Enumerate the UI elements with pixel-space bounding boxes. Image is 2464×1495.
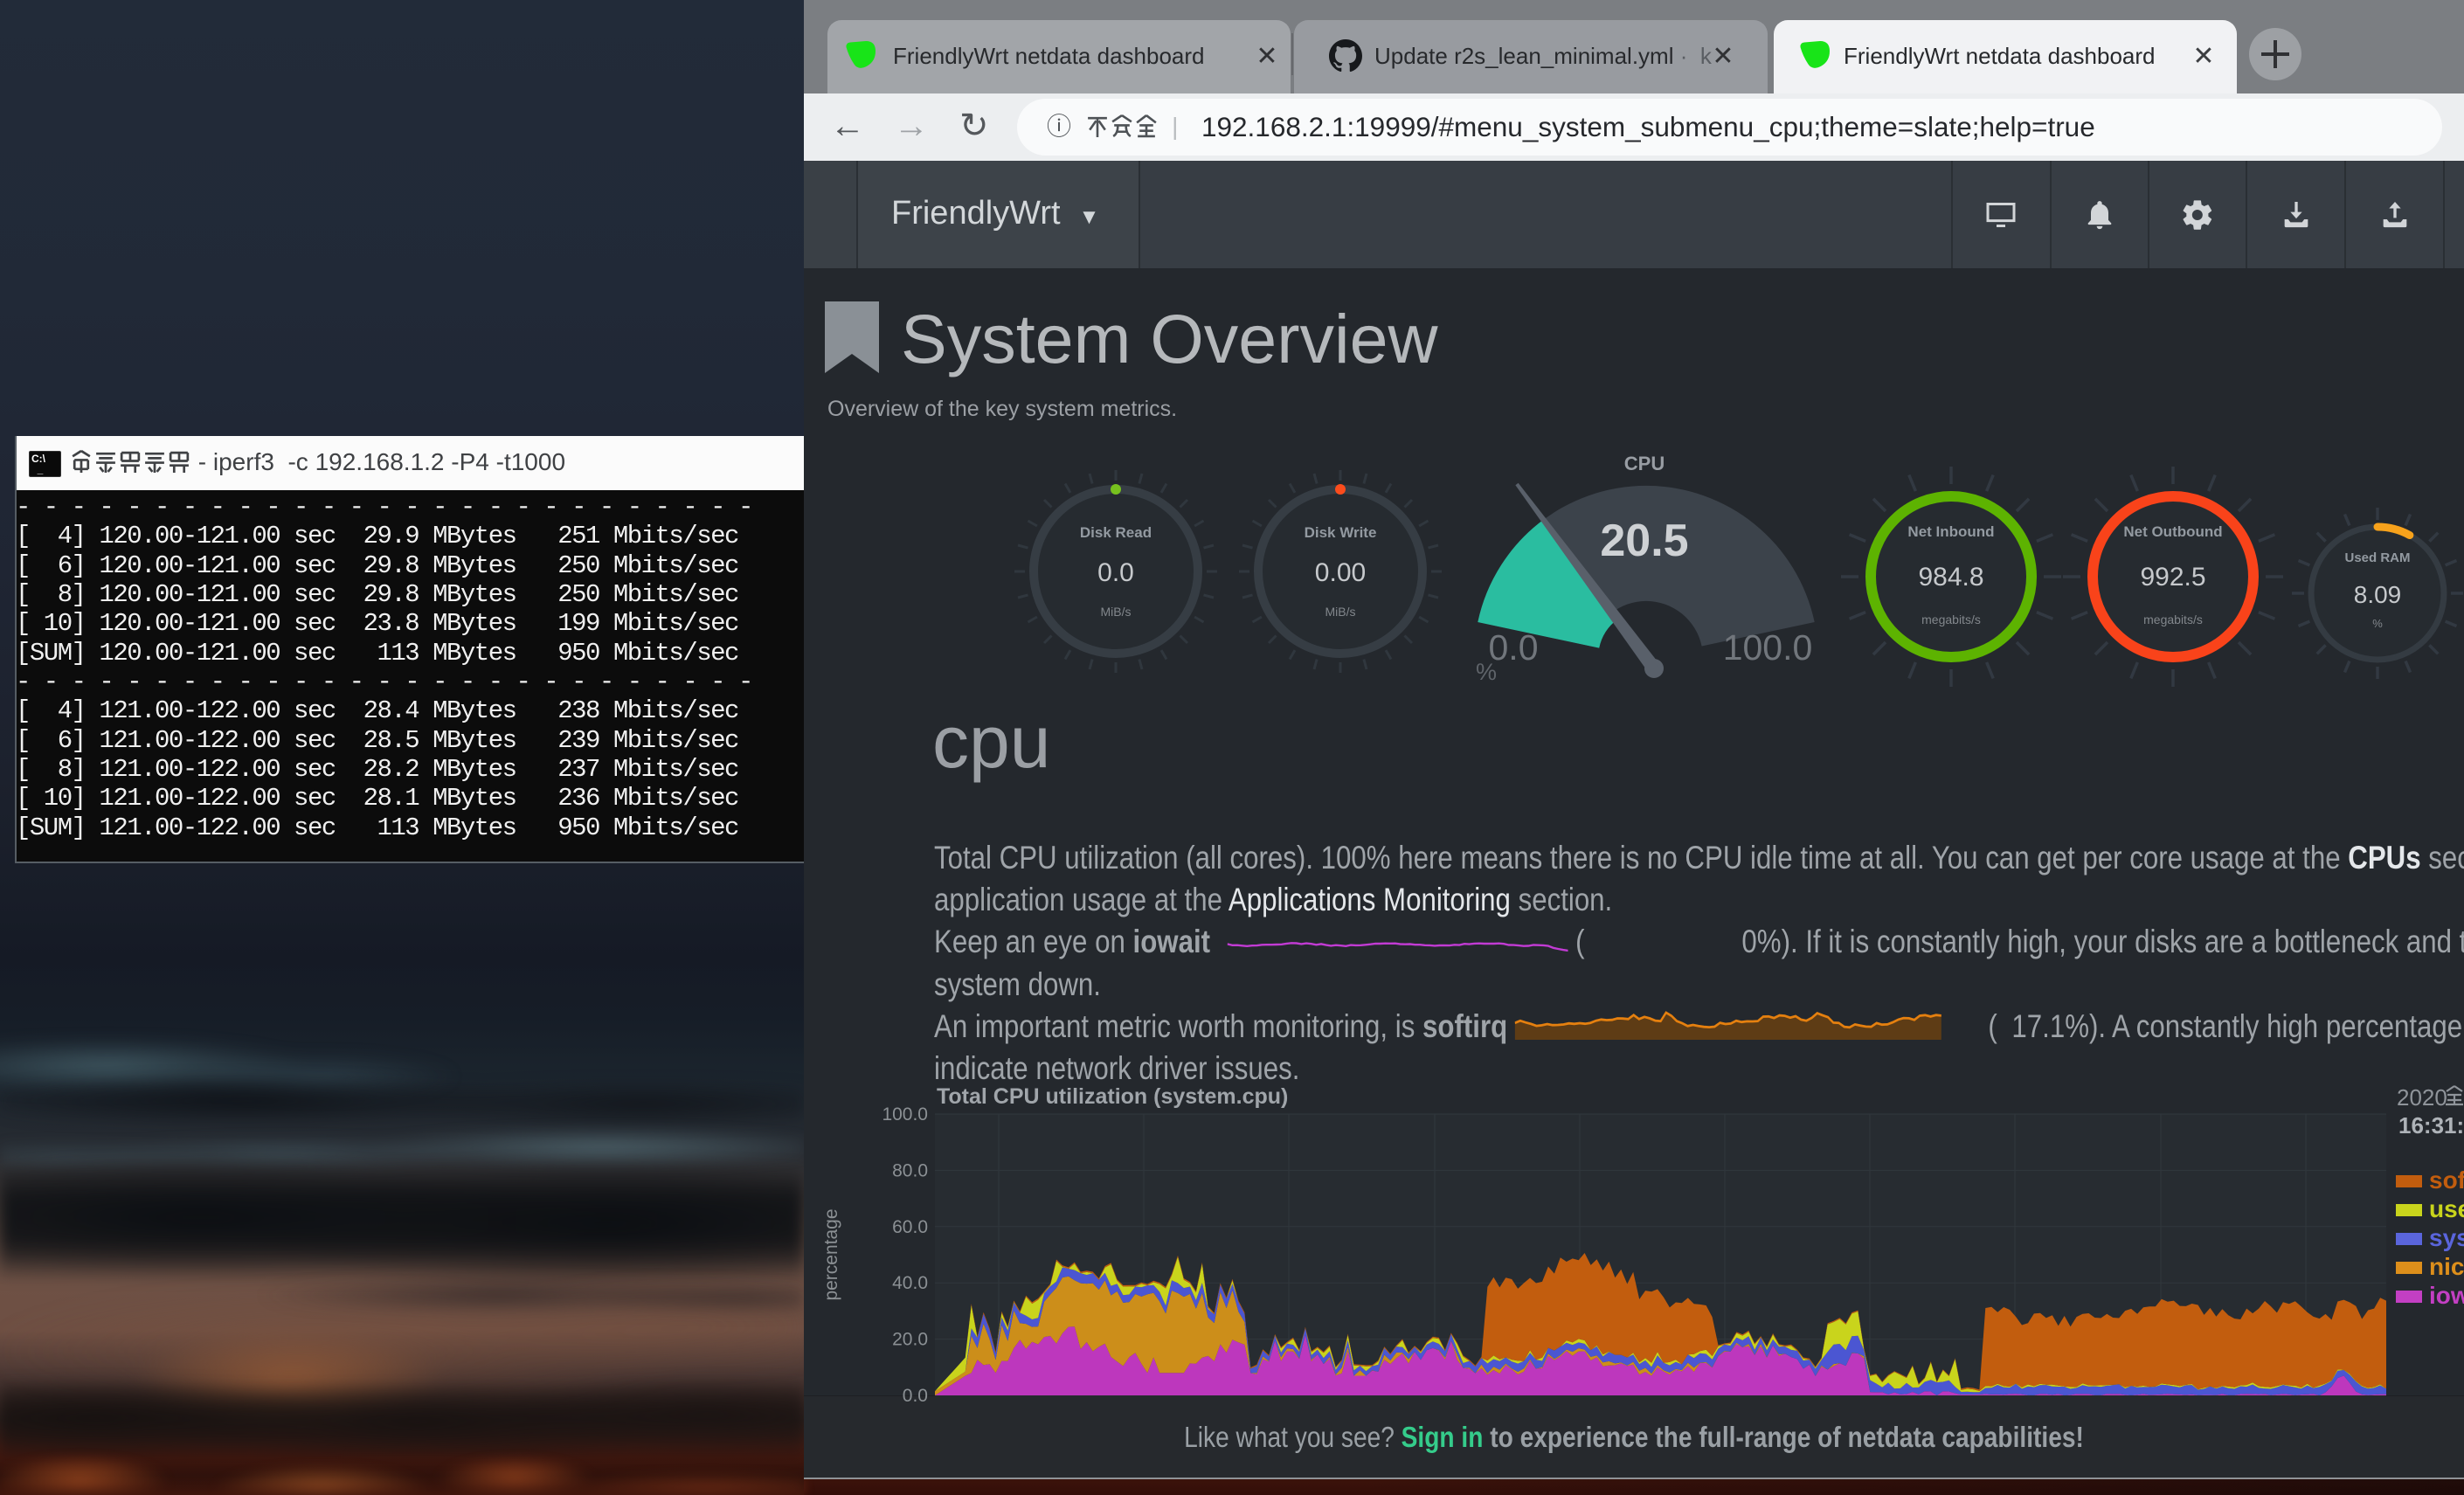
- svg-text:0.0: 0.0: [1097, 558, 1134, 587]
- svg-text:MiB/s: MiB/s: [1101, 605, 1132, 619]
- svg-text:20.5: 20.5: [1600, 516, 1688, 566]
- svg-text:Disk Read: Disk Read: [1080, 524, 1152, 541]
- svg-text:MiB/s: MiB/s: [1325, 605, 1356, 619]
- svg-text:Used RAM: Used RAM: [2344, 550, 2410, 565]
- svg-text:984.8: 984.8: [1918, 563, 1983, 592]
- svg-text:16:31:2: 16:31:2: [2398, 1112, 2464, 1139]
- svg-text:80.0: 80.0: [892, 1160, 928, 1180]
- svg-text:100.0: 100.0: [1723, 627, 1813, 668]
- svg-text:0.0: 0.0: [903, 1386, 928, 1406]
- svg-text:percentage: percentage: [821, 1208, 841, 1300]
- svg-text:%: %: [2372, 617, 2383, 630]
- svg-text:8.09: 8.09: [2354, 581, 2402, 608]
- svg-text:nice: nice: [2429, 1253, 2464, 1280]
- svg-text:Disk Write: Disk Write: [1305, 524, 1377, 541]
- svg-text:iow: iow: [2429, 1282, 2464, 1309]
- svg-text:Net Inbound: Net Inbound: [1907, 523, 1994, 540]
- svg-text:100.0: 100.0: [882, 1104, 928, 1125]
- svg-text:40.0: 40.0: [892, 1273, 928, 1293]
- svg-text:Total CPU utilization (system.: Total CPU utilization (system.cpu): [937, 1084, 1288, 1109]
- svg-text:0.00: 0.00: [1315, 558, 1366, 587]
- svg-text:use: use: [2429, 1195, 2464, 1222]
- svg-text:megabits/s: megabits/s: [2143, 613, 2203, 626]
- svg-text:20.0: 20.0: [892, 1330, 928, 1350]
- svg-text:megabits/s: megabits/s: [1921, 613, 1981, 626]
- svg-text:60.0: 60.0: [892, 1217, 928, 1237]
- svg-text:%: %: [1476, 659, 1497, 685]
- svg-text:992.5: 992.5: [2140, 563, 2205, 592]
- svg-text:2020: 2020: [2397, 1084, 2447, 1111]
- svg-text:sys: sys: [2429, 1224, 2464, 1251]
- svg-text:CPU: CPU: [1624, 453, 1665, 474]
- svg-text:soft: soft: [2429, 1166, 2464, 1194]
- svg-text:Net Outbound: Net Outbound: [2123, 523, 2222, 540]
